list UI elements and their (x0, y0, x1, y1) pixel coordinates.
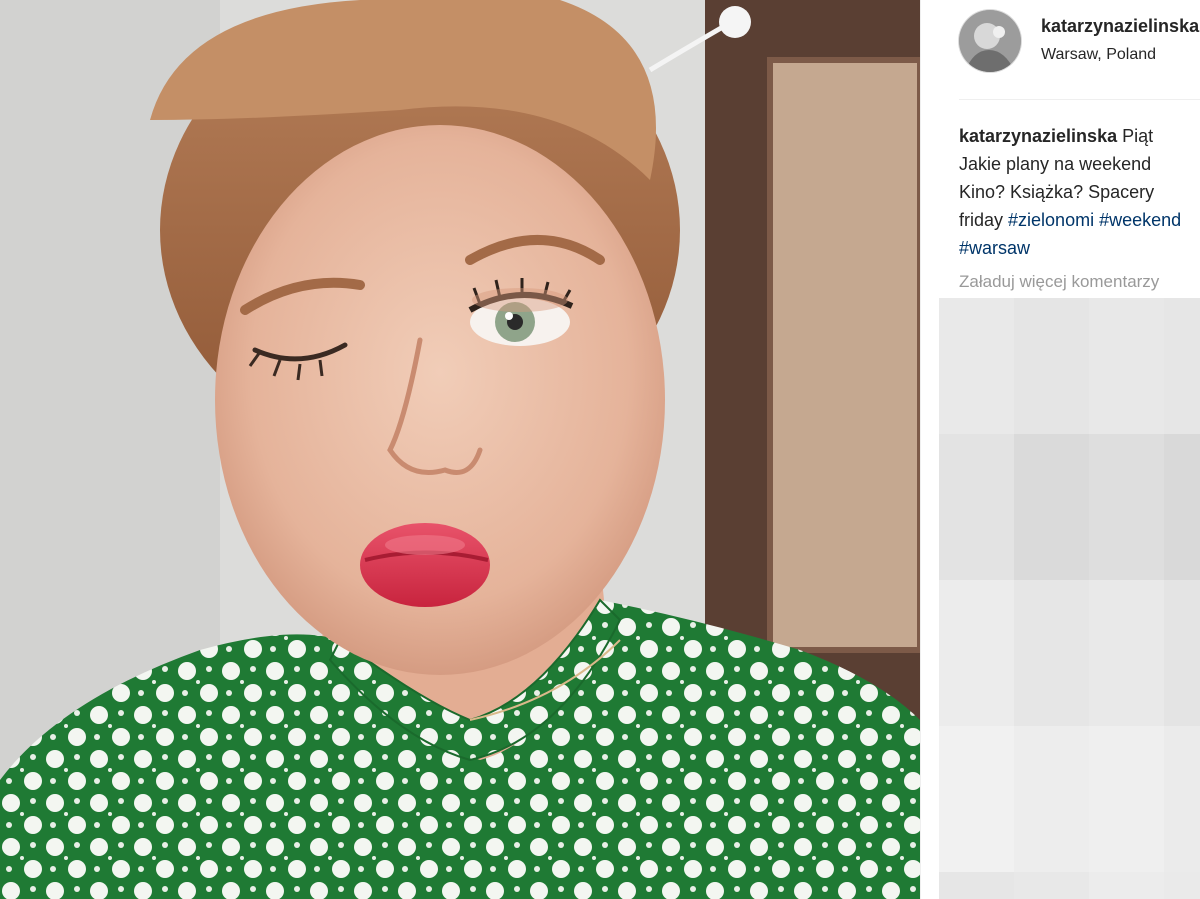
hashtag-link[interactable]: #warsaw (959, 238, 1030, 258)
hashtag-link[interactable]: #zielonomi (1008, 210, 1094, 230)
caption-line-3: Kino? Książka? Spacery (959, 182, 1155, 202)
pixelated-cell (939, 872, 1014, 899)
pixelated-cell (939, 580, 1014, 726)
post-side-panel: katarzynazielinska Warsaw, Poland katarz… (920, 0, 1200, 899)
pixelated-cell (1164, 872, 1200, 899)
pixelated-cell (939, 434, 1014, 580)
pixelated-comments-area (939, 298, 1200, 899)
post-location[interactable]: Warsaw, Poland (1041, 46, 1156, 64)
caption-line-4: friday #zielonomi #weekend (959, 206, 1200, 234)
pixelated-cell (939, 726, 1014, 872)
post-photo[interactable] (0, 0, 920, 899)
caption-author-link[interactable]: katarzynazielinska (959, 126, 1117, 146)
caption-line-5: #warsaw (959, 234, 1200, 262)
pixelated-cell (1164, 726, 1200, 872)
pixelated-cell (1014, 298, 1089, 434)
caption-text: friday (959, 210, 1009, 230)
caption-line-1: katarzynazielinska Piąt (959, 122, 1200, 150)
post-header: katarzynazielinska Warsaw, Poland (921, 0, 1200, 100)
hashtag-link[interactable]: #weekend (1099, 210, 1181, 230)
pixelated-cell (1089, 872, 1164, 899)
load-more-comments-button[interactable]: Załaduj więcej komentarzy (959, 272, 1159, 292)
pixelated-cell (939, 298, 1014, 434)
pixelated-cell (1014, 872, 1089, 899)
header-divider (959, 99, 1200, 100)
pixelated-cell (1014, 434, 1089, 580)
selfie-illustration (0, 0, 920, 899)
caption-line-2: Jakie plany na weekend (959, 154, 1152, 174)
avatar[interactable] (959, 10, 1021, 72)
pixelated-cell (1089, 298, 1164, 434)
pixelated-cell (1164, 580, 1200, 726)
pixelated-cell (1164, 434, 1200, 580)
pixelated-cell (1089, 580, 1164, 726)
pixelated-cell (1089, 434, 1164, 580)
post-username[interactable]: katarzynazielinska (1041, 16, 1199, 37)
pixelated-cell (1014, 726, 1089, 872)
profile-photo-icon (959, 10, 1021, 72)
instagram-post-page: katarzynazielinska Warsaw, Poland katarz… (0, 0, 1200, 899)
caption-text: Piąt (1117, 126, 1154, 146)
pixelated-cell (1164, 298, 1200, 434)
post-caption: katarzynazielinska Piąt Jakie plany na w… (959, 122, 1200, 262)
pixelated-cell (1014, 580, 1089, 726)
pixelated-cell (1089, 726, 1164, 872)
